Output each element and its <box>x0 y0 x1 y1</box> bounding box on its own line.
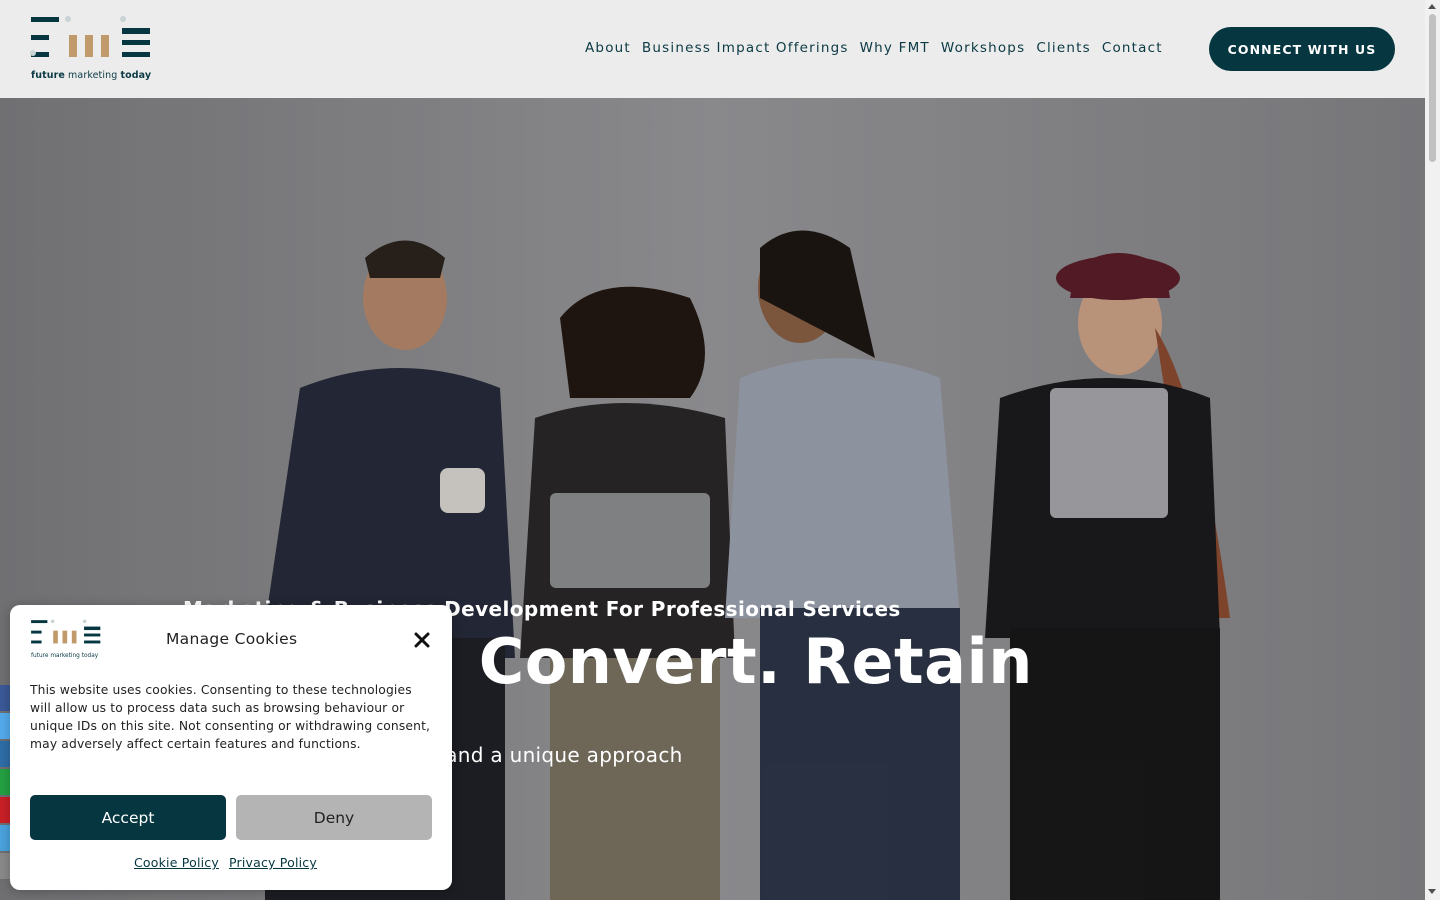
close-icon[interactable] <box>412 630 432 650</box>
nav-item-workshops[interactable]: Workshops <box>941 40 1025 56</box>
main-nav: About Business Impact Offerings Why FMT … <box>585 40 1174 56</box>
email-icon[interactable] <box>0 853 10 879</box>
twitter-icon[interactable] <box>0 713 10 739</box>
pinterest-icon[interactable] <box>0 797 10 823</box>
whatsapp-icon[interactable] <box>0 769 10 795</box>
cookie-logo-text: future marketing today <box>31 653 99 659</box>
nav-item-why-fmt[interactable]: Why FMT <box>860 40 930 56</box>
scrollbar-thumb[interactable] <box>1429 14 1436 162</box>
nav-item-about[interactable]: About <box>585 40 631 56</box>
cookie-logo: future marketing today <box>30 619 102 661</box>
cookie-policy-link[interactable]: Cookie Policy <box>134 855 219 870</box>
logo-mark-icon <box>31 619 101 644</box>
cookie-consent-dialog: future marketing today Manage Cookies Th… <box>10 605 452 890</box>
facebook-icon[interactable] <box>0 685 10 711</box>
nav-item-clients[interactable]: Clients <box>1036 40 1091 56</box>
scroll-down-arrow-icon[interactable] <box>1428 889 1436 894</box>
logo-mark-icon <box>30 16 150 57</box>
linkedin-icon[interactable] <box>0 741 10 767</box>
privacy-policy-link[interactable]: Privacy Policy <box>229 855 317 870</box>
scroll-up-arrow-icon[interactable] <box>1428 4 1436 9</box>
connect-with-us-button[interactable]: CONNECT WITH US <box>1209 27 1395 71</box>
logo-text: future marketing today <box>31 70 152 81</box>
site-logo[interactable]: future marketing today <box>30 15 152 85</box>
cookie-dialog-title: Manage Cookies <box>166 630 298 648</box>
page-scrollbar[interactable] <box>1425 0 1440 900</box>
telegram-icon[interactable] <box>0 825 10 851</box>
cookie-dialog-body: This website uses cookies. Consenting to… <box>30 683 431 751</box>
site-header: future marketing today About Business Im… <box>0 0 1425 98</box>
nav-item-business-impact-offerings[interactable]: Business Impact Offerings <box>642 40 849 56</box>
nav-item-contact[interactable]: Contact <box>1102 40 1163 56</box>
deny-cookies-button[interactable]: Deny <box>236 795 432 840</box>
cookie-policy-links: Cookie Policy Privacy Policy <box>134 855 317 870</box>
accept-cookies-button[interactable]: Accept <box>30 795 226 840</box>
